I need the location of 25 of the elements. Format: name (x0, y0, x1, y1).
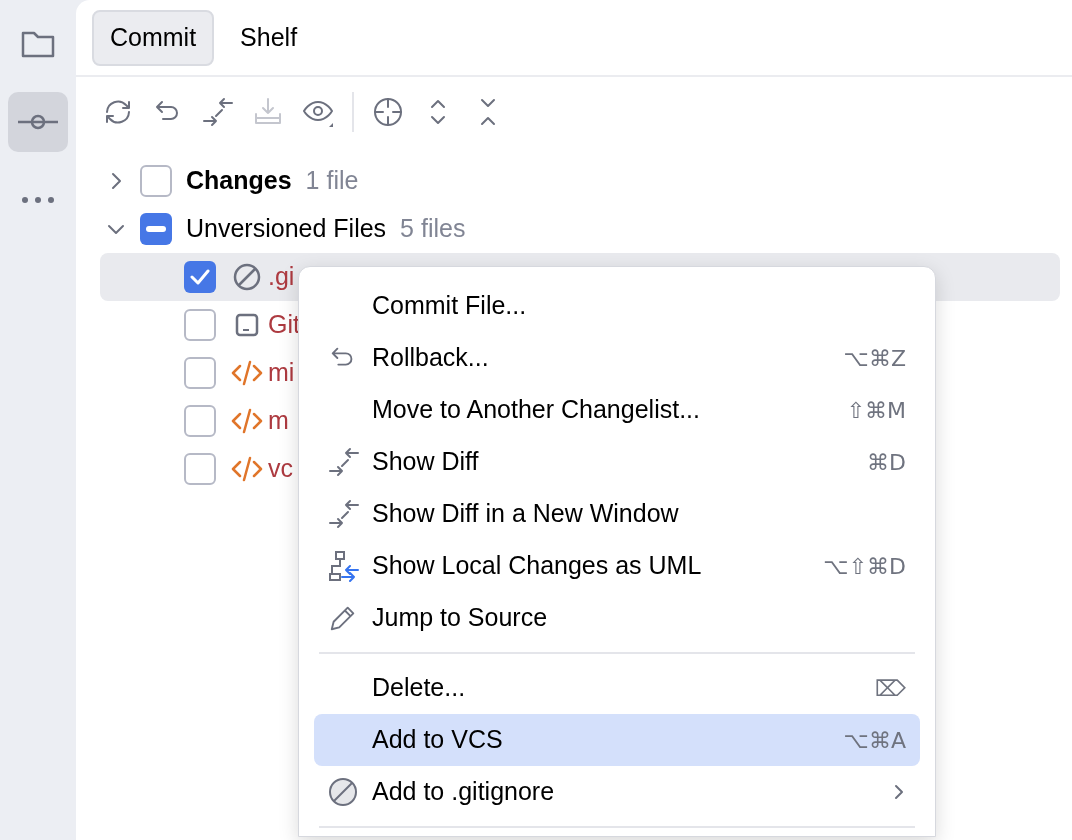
menu-label: Show Diff (372, 446, 480, 478)
file-name: Git (268, 309, 300, 341)
shortcut: ⌦ (874, 674, 906, 703)
file-count: 5 files (400, 213, 466, 245)
menu-label: Delete... (372, 672, 467, 704)
menu-label: Add to .gitignore (372, 776, 556, 808)
file-name: m (268, 405, 289, 437)
menu-label: Jump to Source (372, 602, 549, 634)
changelist-name: Unversioned Files (186, 213, 387, 245)
changelist-name: Changes (186, 165, 292, 197)
menu-label: Add to VCS (372, 724, 504, 756)
shortcut: ⌥⌘Z (843, 344, 906, 373)
file-count: 1 file (305, 165, 359, 197)
menu-label: Show Local Changes as UML (372, 550, 703, 582)
shortcut: ⌥⌘A (843, 726, 906, 755)
menu-label: Commit File... (372, 290, 528, 322)
shortcut: ⌘D (867, 448, 906, 477)
file-name: vc (268, 453, 293, 485)
file-name: mi (268, 357, 295, 389)
menu-label: Rollback... (372, 342, 490, 374)
menu-label: Show Diff in a New Window (372, 498, 680, 530)
shortcut: ⌥⇧⌘D (823, 552, 906, 581)
menu-label: Move to Another Changelist... (372, 394, 701, 426)
shortcut: ⇧⌘M (846, 396, 906, 425)
file-name: .gi (268, 261, 295, 293)
